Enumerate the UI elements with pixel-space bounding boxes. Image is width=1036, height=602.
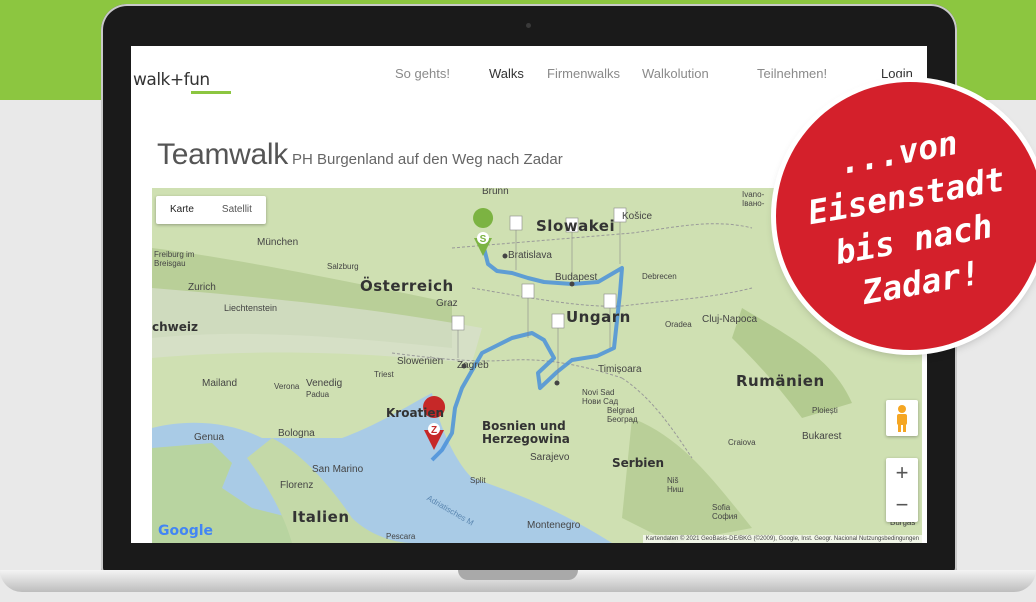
nav-login[interactable]: Login: [881, 66, 913, 81]
map-label: Ploiești: [812, 406, 838, 415]
map-label: Bukarest: [802, 431, 842, 442]
promo-badge-text: ...von Eisenstadt bis nach Zadar!: [763, 108, 1036, 328]
map-label: Zagreb: [457, 360, 489, 371]
map-label: San Marino: [312, 464, 364, 475]
map-label: Timișoara: [598, 364, 642, 375]
map-label: Graz: [436, 298, 458, 309]
map-label: Bologna: [278, 428, 315, 439]
pegman-icon: [897, 405, 907, 432]
map-label: Serbien: [612, 456, 665, 470]
map-label: chweiz: [152, 320, 198, 334]
map-label: Triest: [374, 370, 394, 379]
map-label: Padua: [306, 390, 330, 399]
map-label: Sofia София: [712, 503, 738, 521]
map-label: Genua: [194, 432, 225, 443]
nav-firmenwalks[interactable]: Firmenwalks: [547, 66, 620, 81]
map-label: Debrecen: [642, 272, 677, 281]
nav-so-gehts[interactable]: So gehts!: [395, 66, 450, 81]
map-label: Freiburg im Breisgau: [154, 250, 195, 268]
map-label: Košice: [622, 211, 653, 222]
map-label: Italien: [292, 508, 350, 526]
nav-walkolution[interactable]: Walkolution: [642, 66, 709, 81]
map-label: Niš Ниш: [667, 476, 684, 494]
svg-text:Z: Z: [431, 425, 437, 436]
map-label: München: [257, 237, 299, 248]
site-header: walk+fun So gehts! Walks Firmenwalks Wal…: [131, 46, 927, 102]
map-type-satellit-button[interactable]: Satellit: [208, 196, 266, 224]
page-title-sub: PH Burgenland auf den Weg nach Zadar: [291, 151, 563, 168]
map-attribution[interactable]: Kartendaten © 2021 GeoBasis-DE/BKG (©200…: [642, 535, 922, 543]
zoom-in-button[interactable]: +: [886, 458, 918, 490]
map-label: Florenz: [280, 480, 314, 491]
map-label: Split: [470, 476, 486, 485]
map-label: Zurich: [188, 282, 216, 293]
map-label: Craiova: [728, 438, 756, 447]
map-type-karte-button[interactable]: Karte: [156, 196, 208, 224]
promo-badge: ...von Eisenstadt bis nach Zadar!: [776, 82, 1036, 350]
logo-underline: [191, 91, 231, 94]
map-label: Slowenien: [397, 356, 444, 367]
map-label: Venedig: [306, 378, 343, 389]
street-view-pegman[interactable]: [886, 400, 918, 436]
logo-text: walk+fun: [133, 70, 210, 90]
map-label: Novi Sad Нови Сад: [582, 388, 619, 406]
laptop-notch: [458, 570, 578, 580]
map-label: Montenegro: [527, 520, 581, 531]
map-label: Ivano- Iвано-: [742, 190, 765, 208]
zoom-out-button[interactable]: −: [886, 490, 918, 522]
map-label: Slowakei: [536, 217, 616, 235]
map-label: Mailand: [202, 378, 238, 389]
map-label: Bratislava: [508, 250, 552, 261]
map-label: Budapest: [555, 272, 598, 283]
map-label: Rumänien: [736, 372, 825, 390]
map-type-switch: Karte Satellit: [156, 196, 266, 224]
map-label: Österreich: [360, 277, 454, 295]
page-title: Teamwalk PH Burgenland auf den Weg nach Z…: [157, 138, 563, 172]
webcam-icon: [526, 23, 531, 28]
google-logo: Google: [158, 523, 214, 539]
map-label: Ungarn: [566, 308, 631, 326]
map-label: Brünn: [482, 188, 509, 197]
map-label: Liechtenstein: [224, 303, 278, 313]
zoom-control: + −: [886, 458, 918, 522]
map-label: Belgrad Београд: [607, 406, 638, 424]
map-label: Salzburg: [327, 262, 359, 271]
nav-teilnehmen[interactable]: Teilnehmen!: [757, 66, 827, 81]
map-label: Kroatien: [386, 406, 445, 420]
map-label: Pescara: [386, 532, 416, 541]
svg-text:S: S: [480, 234, 487, 245]
map-label: Bosnien und Herzegowina: [482, 419, 570, 446]
map-label: Sarajevo: [530, 452, 570, 463]
map-label: Verona: [274, 382, 300, 391]
page-title-main: Teamwalk: [157, 138, 288, 171]
nav-walks[interactable]: Walks: [489, 66, 524, 81]
map-label: Cluj-Napoca: [702, 314, 758, 325]
map-label: Oradea: [665, 320, 692, 329]
site-logo[interactable]: walk+fun: [133, 64, 233, 96]
